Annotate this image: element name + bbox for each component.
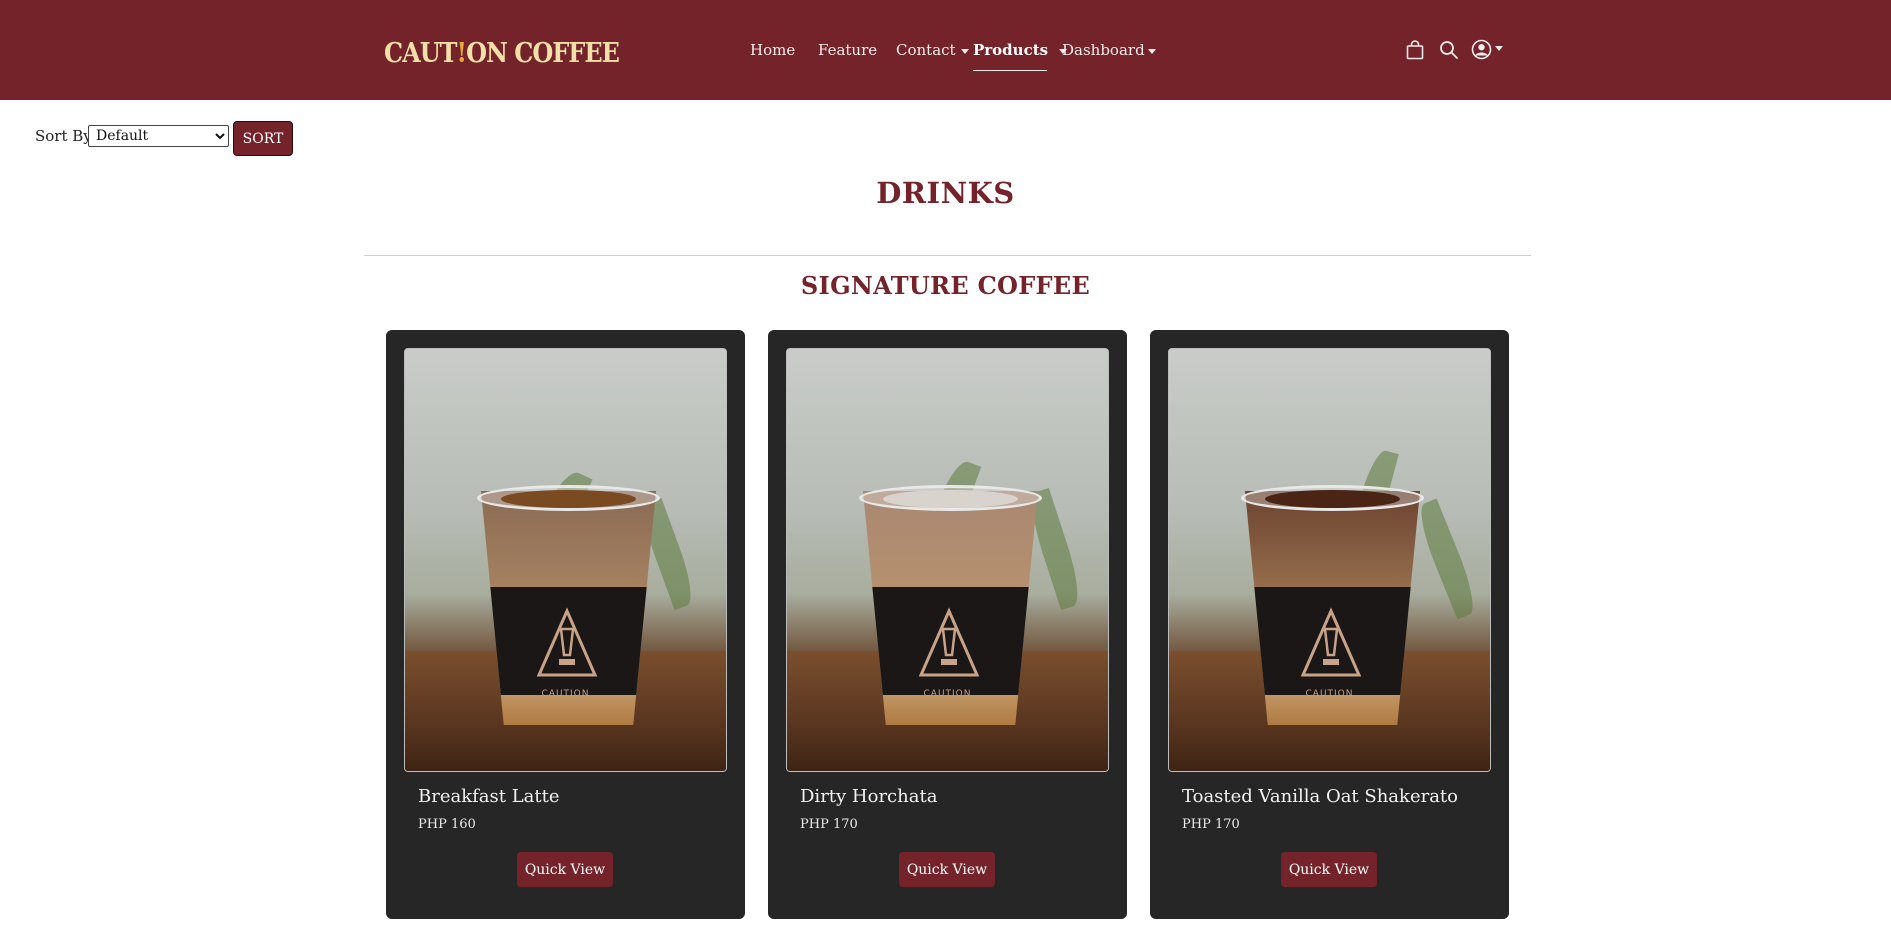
nav-products[interactable]: Products (973, 41, 1068, 59)
sort-select[interactable]: Default (88, 125, 229, 147)
section-divider (364, 255, 1531, 256)
sort-button[interactable]: SORT (233, 121, 293, 156)
top-navbar: CAUT!ON COFFEE Home Feature Contact Prod… (0, 0, 1891, 100)
product-price: PHP 170 (1182, 817, 1240, 832)
chevron-down-icon (1147, 48, 1156, 54)
nav-dashboard-label: Dashboard (1062, 41, 1145, 59)
page-title: DRINKS (876, 176, 1015, 210)
product-card: CAUTION Toasted Vanilla Oat Shakerato PH… (1150, 330, 1509, 919)
product-name: Toasted Vanilla Oat Shakerato (1182, 786, 1459, 807)
drink-topping (501, 490, 636, 508)
search-icon (1440, 41, 1458, 59)
drink-topping (1265, 490, 1400, 508)
search-button[interactable] (1439, 40, 1459, 60)
product-card: CAUTION Dirty Horchata PHP 170 Quick Vie… (768, 330, 1127, 919)
product-image[interactable]: CAUTION (1168, 348, 1491, 772)
product-price: PHP 160 (418, 817, 476, 832)
product-image[interactable]: CAUTION (786, 348, 1109, 772)
product-name: Dirty Horchata (800, 786, 938, 807)
product-name: Breakfast Latte (418, 786, 560, 807)
shopping-bag-icon (1406, 40, 1424, 60)
nav-home[interactable]: Home (750, 41, 795, 59)
cup-brand-print: CAUTION (541, 689, 590, 699)
quick-view-button[interactable]: Quick View (517, 852, 613, 887)
nav-contact-label: Contact (896, 41, 956, 59)
main-nav: Home Feature Contact Products Dashboard (0, 41, 1891, 67)
cup-brand-print: CAUTION (1305, 689, 1354, 699)
caution-logo-icon (536, 607, 598, 677)
nav-contact[interactable]: Contact (896, 41, 969, 59)
quick-view-button[interactable]: Quick View (1281, 852, 1377, 887)
product-image[interactable]: CAUTION (404, 348, 727, 772)
caution-logo-icon (918, 607, 980, 677)
drink-topping (883, 490, 1018, 508)
nav-products-label: Products (973, 41, 1049, 59)
nav-feature[interactable]: Feature (818, 41, 877, 59)
section-title: SIGNATURE COFFEE (800, 271, 1091, 300)
nav-feature-label: Feature (818, 41, 878, 59)
nav-home-label: Home (750, 41, 796, 59)
caution-logo-icon (1300, 607, 1362, 677)
cup-brand-print: CAUTION (923, 689, 972, 699)
active-nav-underline (973, 70, 1047, 71)
user-account-icon (1471, 39, 1492, 60)
product-price: PHP 170 (800, 817, 858, 832)
account-menu-button[interactable] (1471, 39, 1503, 60)
product-card: CAUTION Breakfast Latte PHP 160 Quick Vi… (386, 330, 745, 919)
nav-dashboard[interactable]: Dashboard (1062, 41, 1156, 59)
chevron-down-icon (1495, 45, 1503, 51)
cart-button[interactable] (1406, 40, 1424, 60)
quick-view-button[interactable]: Quick View (899, 852, 995, 887)
chevron-down-icon (960, 48, 969, 54)
